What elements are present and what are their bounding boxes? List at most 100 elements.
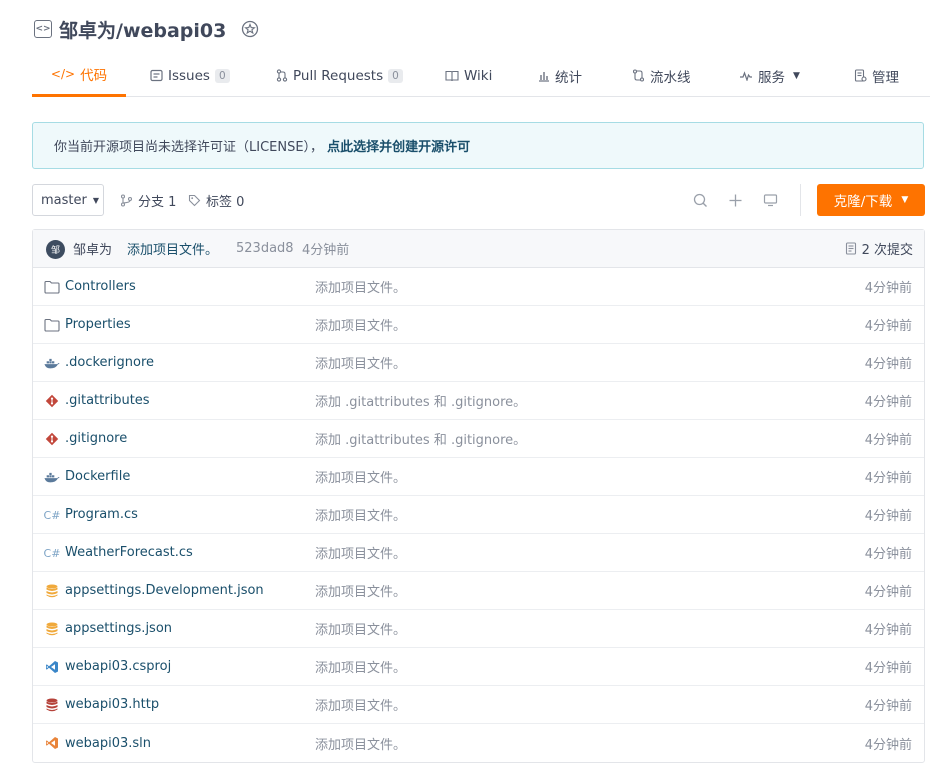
web-ide-icon[interactable] — [761, 191, 779, 209]
file-commit-message[interactable]: 添加项目文件。 — [315, 505, 406, 524]
file-commit-time: 4分钟前 — [864, 699, 912, 714]
tags-label: 标签 0 — [206, 195, 245, 210]
file-row: webapi03.csproj 添加项目文件。 4分钟前 — [33, 648, 924, 686]
file-commit-message[interactable]: 添加 .gitattributes 和 .gitignore。 — [315, 391, 526, 410]
commit-author[interactable]: 邹卓为 — [73, 239, 112, 258]
tab-label: Issues — [168, 67, 210, 84]
branch-icon — [120, 194, 133, 207]
tab-code[interactable]: </> 代码 — [32, 54, 126, 97]
file-table: 邹 邹卓为 添加项目文件。 523dad8 4分钟前 2 次提交 Control… — [32, 229, 925, 763]
file-name-link[interactable]: webapi03.sln — [65, 736, 151, 751]
branches-label: 分支 1 — [138, 195, 177, 210]
file-commit-time: 4分钟前 — [864, 585, 912, 600]
tab-pipeline[interactable]: 流水线 — [632, 54, 691, 97]
file-name-link[interactable]: appsettings.Development.json — [65, 583, 264, 598]
chevron-down-icon: ▼ — [92, 195, 99, 205]
file-commit-message[interactable]: 添加项目文件。 — [315, 315, 406, 334]
commit-sha[interactable]: 523dad8 — [236, 241, 294, 256]
search-icon[interactable] — [691, 191, 709, 209]
chevron-down-icon: ▼ — [793, 70, 800, 81]
git-icon — [44, 393, 60, 409]
tab-wiki[interactable]: Wiki — [445, 54, 492, 97]
repo-title[interactable]: 邹卓为/webapi03 — [59, 16, 226, 43]
file-commit-message[interactable]: 添加项目文件。 — [315, 353, 406, 372]
file-row: Controllers 添加项目文件。 4分钟前 — [33, 268, 924, 306]
database-icon — [44, 697, 60, 713]
avatar[interactable]: 邹 — [46, 240, 65, 259]
file-commit-time: 4分钟前 — [864, 547, 912, 562]
file-row: .gitattributes 添加 .gitattributes 和 .gitig… — [33, 382, 924, 420]
folder-icon — [44, 279, 60, 295]
tab-manage[interactable]: 管理 — [854, 54, 899, 97]
file-name-link[interactable]: Program.cs — [65, 507, 138, 522]
tab-service[interactable]: 服务 ▼ — [739, 54, 800, 97]
file-commit-message[interactable]: 添加项目文件。 — [315, 277, 406, 296]
file-commit-message[interactable]: 添加项目文件。 — [315, 734, 406, 753]
file-commit-time: 4分钟前 — [864, 509, 912, 524]
file-row: C# WeatherForecast.cs 添加项目文件。 4分钟前 — [33, 534, 924, 572]
file-commit-message[interactable]: 添加项目文件。 — [315, 657, 406, 676]
commit-count-link[interactable]: 2 次提交 — [845, 239, 913, 258]
file-commit-message[interactable]: 添加项目文件。 — [315, 619, 406, 638]
wiki-icon — [445, 70, 459, 82]
file-commit-time: 4分钟前 — [864, 471, 912, 486]
clone-download-button[interactable]: 克隆/下载 ▼ — [817, 184, 925, 216]
issues-count-badge: 0 — [214, 68, 230, 83]
file-name-link[interactable]: .gitignore — [65, 431, 127, 446]
file-commit-time: 4分钟前 — [864, 281, 912, 296]
csharp-icon: C# — [43, 508, 61, 522]
toolbar-divider — [800, 184, 801, 216]
recommend-badge-icon[interactable] — [240, 19, 260, 39]
code-icon: </> — [50, 67, 76, 81]
commit-message[interactable]: 添加项目文件。 — [127, 239, 218, 258]
tab-issues[interactable]: Issues 0 — [150, 54, 230, 97]
issues-icon — [150, 69, 163, 82]
pull-request-icon — [276, 69, 288, 82]
file-commit-message[interactable]: 添加项目文件。 — [315, 467, 406, 486]
file-name-link[interactable]: webapi03.http — [65, 697, 159, 712]
file-commit-time: 4分钟前 — [864, 395, 912, 410]
pr-count-badge: 0 — [388, 68, 403, 83]
create-license-link[interactable]: 点此选择并创建开源许可 — [327, 136, 470, 155]
branches-link[interactable]: 分支 1 — [120, 191, 176, 210]
file-commit-time: 4分钟前 — [864, 433, 912, 448]
tab-label: 服务 — [758, 69, 785, 86]
file-commit-message[interactable]: 添加项目文件。 — [315, 581, 406, 600]
pipeline-icon — [632, 69, 645, 82]
stats-icon — [538, 70, 550, 82]
branch-name: master — [41, 192, 87, 208]
file-name-link[interactable]: Dockerfile — [65, 469, 130, 484]
tab-pull-requests[interactable]: Pull Requests 0 — [276, 54, 403, 97]
branch-select[interactable]: master ▼ — [32, 184, 104, 216]
tab-label: 流水线 — [650, 69, 691, 86]
commits-icon — [845, 242, 857, 255]
visual-studio-icon — [44, 735, 60, 751]
chevron-down-icon: ▼ — [901, 195, 909, 205]
file-commit-message[interactable]: 添加项目文件。 — [315, 695, 406, 714]
file-row: .dockerignore 添加项目文件。 4分钟前 — [33, 344, 924, 382]
file-commit-time: 4分钟前 — [864, 319, 912, 334]
file-name-link[interactable]: Properties — [65, 317, 131, 332]
file-name-link[interactable]: Controllers — [65, 279, 136, 294]
file-commit-message[interactable]: 添加项目文件。 — [315, 543, 406, 562]
file-commit-time: 4分钟前 — [864, 623, 912, 638]
file-row: webapi03.http 添加项目文件。 4分钟前 — [33, 686, 924, 724]
file-name-link[interactable]: .dockerignore — [65, 355, 154, 370]
tags-link[interactable]: 标签 0 — [188, 191, 244, 210]
file-name-link[interactable]: WeatherForecast.cs — [65, 545, 193, 560]
file-name-link[interactable]: webapi03.csproj — [65, 659, 171, 674]
tab-stats[interactable]: 统计 — [538, 54, 582, 97]
csharp-icon: C# — [43, 546, 61, 560]
notice-text: 你当前开源项目尚未选择许可证（LICENSE）， — [54, 140, 324, 155]
tab-label: Wiki — [464, 67, 493, 84]
file-commit-message[interactable]: 添加 .gitattributes 和 .gitignore。 — [315, 429, 526, 448]
file-name-link[interactable]: .gitattributes — [65, 393, 150, 408]
file-name-link[interactable]: appsettings.json — [65, 621, 172, 636]
commit-count-label: 2 次提交 — [861, 243, 913, 258]
add-file-icon[interactable] — [726, 191, 744, 209]
file-row: Properties 添加项目文件。 4分钟前 — [33, 306, 924, 344]
tab-label: 代码 — [80, 68, 108, 84]
tab-label: 管理 — [872, 69, 899, 86]
tab-label: Pull Requests — [293, 67, 384, 84]
file-row: appsettings.json 添加项目文件。 4分钟前 — [33, 610, 924, 648]
